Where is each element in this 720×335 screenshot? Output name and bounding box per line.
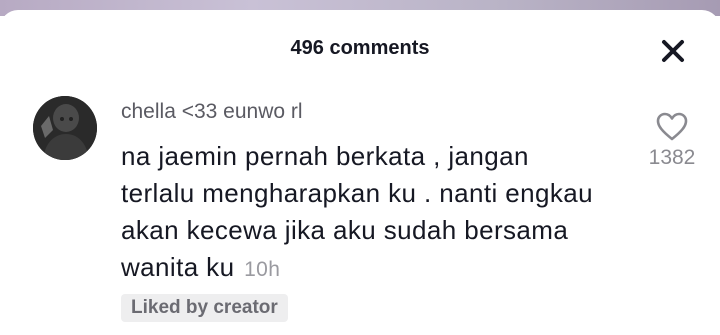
comment-text: na jaemin pernah berkata , jangan terlal… [121,141,593,282]
comments-page: 496 comments chella <33 eunwo rl na jaem… [0,0,720,335]
like-count: 1382 [648,146,696,169]
heart-outline-icon [656,112,688,141]
comment-body: na jaemin pernah berkata , jangan terlal… [121,138,601,288]
avatar-image [33,96,97,160]
comments-count-title: 496 comments [290,37,430,59]
comment-username[interactable]: chella <33 eunwo rl [121,100,303,124]
close-icon [662,40,684,62]
avatar[interactable] [33,96,97,160]
close-button[interactable] [656,34,690,68]
comment-timestamp: 10h [244,258,281,281]
liked-by-creator-badge: Liked by creator [121,294,288,322]
like-button[interactable]: 1382 [644,112,700,170]
